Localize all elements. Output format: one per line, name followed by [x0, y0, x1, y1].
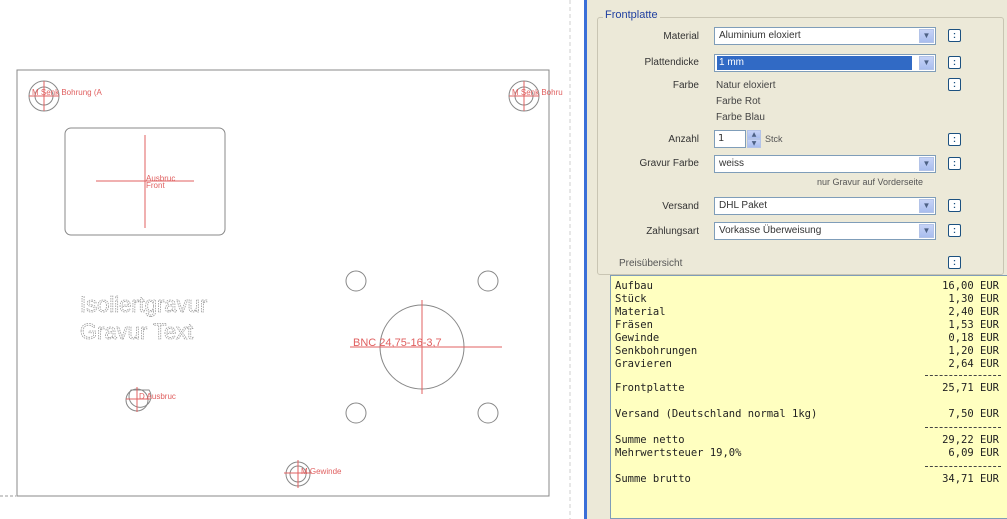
material-select[interactable]: Aluminium eloxiert ▼	[714, 27, 936, 45]
cutout-sublabel: Front	[146, 181, 165, 190]
versand-select[interactable]: DHL Paket ▼	[714, 197, 936, 215]
zahlung-help-button[interactable]: :	[948, 224, 961, 237]
versand-help-button[interactable]: :	[948, 199, 961, 212]
bill-line: Senkbohrungen 1,20 EUR	[615, 345, 999, 357]
count-input[interactable]: 1	[714, 130, 746, 148]
bill-rule	[925, 375, 1001, 376]
color-option-2[interactable]: Farbe Rot	[716, 96, 760, 107]
chevron-down-icon[interactable]: ▼	[919, 199, 934, 213]
price-overview-label: Preisübersicht	[619, 258, 683, 269]
bill-rule	[925, 466, 1001, 467]
chevron-down-icon[interactable]: ▼	[919, 224, 934, 238]
color-help-button[interactable]: :	[948, 78, 961, 91]
thickness-value: 1 mm	[717, 56, 912, 70]
drawing-canvas[interactable]: M Senk Bohrung (A M Senk Bohru Ausbruc F…	[0, 0, 585, 519]
bnc-connector[interactable]: BNC 24,75-16-3,7	[345, 270, 502, 424]
bill-shipping: Versand (Deutschland normal 1kg) 7,50 EUR	[615, 408, 999, 420]
d-cutout[interactable]: D Ausbruc	[125, 387, 176, 412]
chevron-down-icon[interactable]: ▼	[919, 56, 934, 70]
color-option-3[interactable]: Farbe Blau	[716, 112, 765, 123]
front-panel-drawing[interactable]: M Senk Bohrung (A M Senk Bohru Ausbruc F…	[0, 0, 585, 519]
engraving-color-select[interactable]: weiss ▼	[714, 155, 936, 173]
zahlung-value: Vorkasse Überweisung	[719, 225, 822, 236]
bnc-label: BNC 24,75-16-3,7	[353, 337, 442, 349]
engraving-line-1: Isoliertgravur	[80, 292, 207, 317]
bill-line: Material 2,40 EUR	[615, 306, 999, 318]
count-help-button[interactable]: :	[948, 133, 961, 146]
chevron-down-icon[interactable]: ▼	[919, 157, 934, 171]
bill-line: Gravieren 2,64 EUR	[615, 358, 999, 370]
bill-line: Aufbau 16,00 EUR	[615, 280, 999, 292]
spin-down-icon[interactable]: ▼	[747, 139, 761, 148]
zahlung-select[interactable]: Vorkasse Überweisung ▼	[714, 222, 936, 240]
thread-hole[interactable]: M Gewinde	[284, 460, 342, 488]
spin-up-icon[interactable]: ▲	[747, 130, 761, 139]
engraving-line-2: Gravur Text	[80, 319, 193, 344]
zahlung-label: Zahlungsart	[646, 226, 699, 237]
thickness-select[interactable]: 1 mm ▼	[714, 54, 936, 72]
countersink-top-right[interactable]: M Senk Bohru	[508, 80, 563, 112]
bill-subtotal: Frontplatte 25,71 EUR	[615, 382, 999, 394]
count-label: Anzahl	[668, 134, 699, 145]
versand-label: Versand	[662, 201, 699, 212]
bill-line: Stück 1,30 EUR	[615, 293, 999, 305]
thread-label: M Gewinde	[301, 467, 342, 476]
engraving-help-button[interactable]: :	[948, 157, 961, 170]
price-breakdown: Aufbau 16,00 EUR Stück 1,30 EUR Material 2,…	[610, 275, 1007, 519]
color-label: Farbe	[672, 80, 699, 91]
thickness-label: Plattendicke	[644, 57, 699, 68]
engraving-color-value: weiss	[719, 158, 745, 169]
material-help-button[interactable]: :	[948, 29, 961, 42]
versand-value: DHL Paket	[719, 200, 767, 211]
color-option-1[interactable]: Natur eloxiert	[716, 80, 775, 91]
bill-line: Fräsen 1,53 EUR	[615, 319, 999, 331]
countersink-label-right: M Senk Bohru	[512, 88, 563, 97]
engraving-note: nur Gravur auf Vorderseite	[817, 177, 924, 187]
properties-panel: Frontplatte Material Aluminium eloxiert …	[587, 0, 1007, 519]
bill-vat: Mehrwertsteuer 19,0% 6,09 EUR	[615, 447, 999, 459]
material-value: Aluminium eloxiert	[719, 30, 801, 41]
bill-net: Summe netto 29,22 EUR	[615, 434, 999, 446]
panel-outline[interactable]	[16, 69, 550, 497]
price-help-button[interactable]: :	[948, 256, 961, 269]
d-cutout-label: D Ausbruc	[139, 392, 176, 401]
bill-rule	[925, 427, 1001, 428]
rect-cutout[interactable]: Ausbruc Front	[64, 127, 226, 236]
count-unit: Stck	[765, 134, 783, 144]
engraving-text[interactable]: Isoliertgravur Gravur Text	[80, 292, 208, 345]
countersink-top-left[interactable]: M Senk Bohrung (A	[28, 80, 102, 112]
chevron-down-icon[interactable]: ▼	[919, 29, 934, 43]
bill-line: Gewinde 0,18 EUR	[615, 332, 999, 344]
thickness-help-button[interactable]: :	[948, 56, 961, 69]
material-label: Material	[663, 31, 699, 42]
bill-gross: Summe brutto 34,71 EUR	[615, 473, 999, 485]
countersink-label-left: M Senk Bohrung (A	[32, 88, 102, 97]
group-title: Frontplatte	[603, 9, 660, 21]
engraving-color-label: Gravur Farbe	[639, 158, 699, 169]
